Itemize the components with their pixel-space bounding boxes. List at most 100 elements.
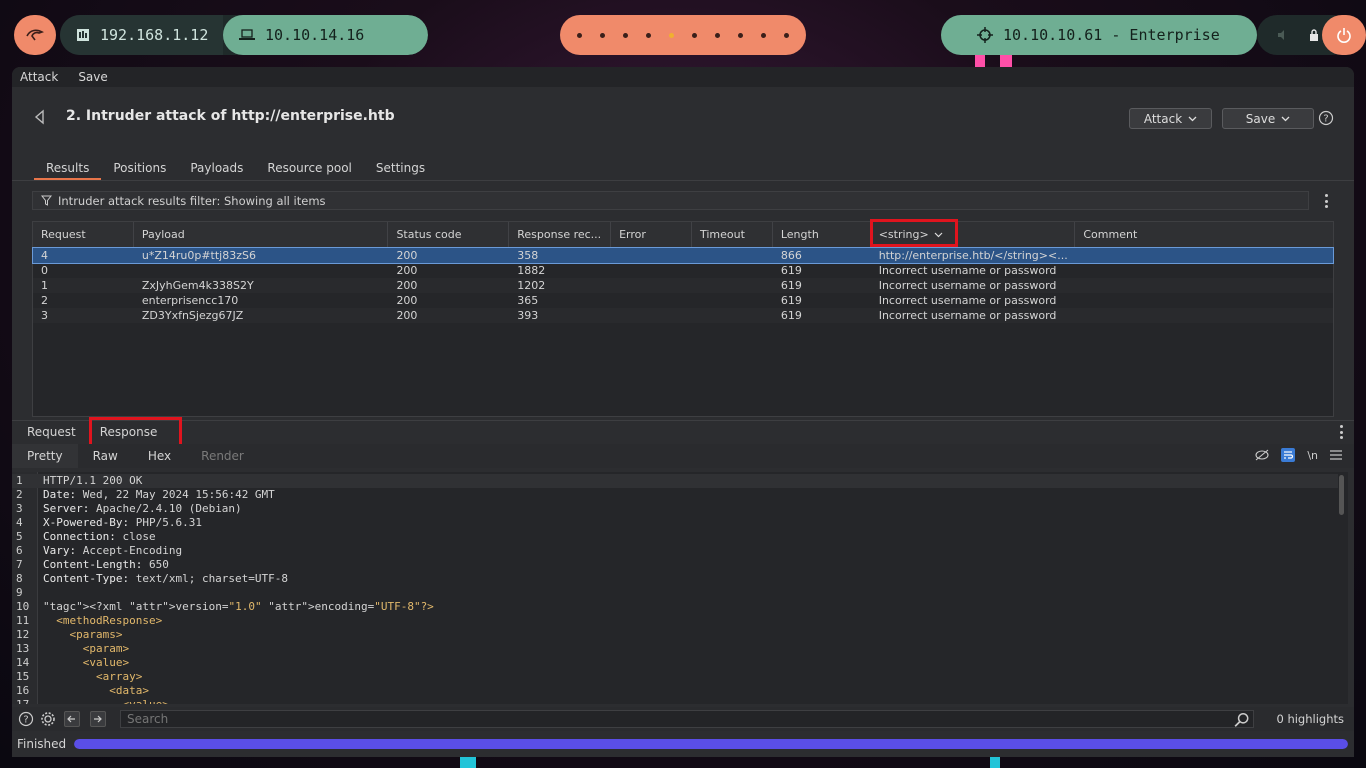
target-indicator: 10.10.10.61 - Enterprise [941,15,1257,55]
workspace-dot[interactable] [623,32,628,38]
cell-response-received: 358 [517,249,539,262]
tab-resource-pool[interactable]: Resource pool [255,159,363,180]
cell-length: 619 [780,294,802,307]
ip-indicator: 192.168.1.12 10.10.14.16 [60,15,428,55]
attack-button[interactable]: Attack [1129,108,1212,129]
lock-icon[interactable] [1309,28,1319,42]
col-timeout[interactable]: Timeout [692,222,773,247]
col-length[interactable]: Length [773,222,871,247]
menu-icon[interactable] [1330,450,1342,460]
cell-response-received: 393 [517,309,539,322]
line-number: 9 [16,586,23,599]
workspace-switcher[interactable] [560,15,806,55]
line-number: 7 [16,558,23,571]
target-text: 10.10.10.61 - Enterprise [1003,26,1220,44]
line-number: 17 [16,698,36,704]
line-number: 11 [16,614,30,627]
code-line: 7 Content-Length: 650 [12,558,1338,572]
table-header: Request Payload Status code Response rec… [33,222,1333,248]
tab-results[interactable]: Results [34,159,102,180]
workspace-dot[interactable] [646,32,651,38]
table-row[interactable]: 3 ZD3YxfnSjezg67JZ 200 393 619 Incorrect user… [33,308,1333,323]
mute-icon[interactable] [1277,29,1289,41]
tab-pretty[interactable]: Pretty [12,444,78,468]
progress-fill [74,739,1348,749]
line-text: <params> [43,628,123,641]
line-number: 10 [16,600,30,613]
newline-toggle[interactable]: \n [1307,449,1318,462]
chevron-down-icon [1188,116,1197,121]
cell-request: 3 [41,309,48,322]
line-number: 2 [16,488,23,501]
col-request[interactable]: Request [33,222,134,247]
wrap-lines-icon[interactable] [1281,448,1296,462]
tab-positions[interactable]: Positions [101,159,178,180]
line-text: Connection: close [43,530,156,543]
line-text: X-Powered-By: PHP/5.6.31 [43,516,202,529]
workspace-dot[interactable] [761,32,766,38]
cell-string: http://enterprise.htb/</string><... [878,249,1068,262]
cell-length: 619 [780,279,802,292]
workspace-dot[interactable] [692,32,697,38]
gear-icon[interactable] [40,711,56,727]
workspace-dot[interactable] [577,32,582,38]
search-bar: ? 0 highlights [12,707,1354,731]
code-line: 17 <value> [12,698,1338,704]
table-row[interactable]: 1 ZxJyhGem4k338S2Y 200 1202 619 Incorrect use… [33,278,1333,293]
workspace-dot[interactable] [784,32,789,38]
col-payload[interactable]: Payload [134,222,389,247]
help-icon[interactable]: ? [18,711,34,727]
line-number: 12 [16,628,30,641]
col-response-received[interactable]: Response rec... [509,222,612,247]
line-number: 13 [16,642,30,655]
code-line: 6 Vary: Accept-Encoding [12,544,1338,558]
tab-settings[interactable]: Settings [364,159,437,180]
tab-payloads[interactable]: Payloads [178,159,255,180]
menu-save[interactable]: Save [78,70,107,84]
table-row[interactable]: 4 u*Z14ru0p#ttj83zS6 200 358 866 http://enter… [32,247,1334,264]
line-text: <data> [43,684,149,697]
power-button[interactable] [1322,15,1366,55]
col-comment[interactable]: Comment [1075,222,1333,247]
results-filter-bar[interactable]: Intruder attack results filter: Showing … [32,191,1309,210]
tab-render: Render [201,449,244,463]
progress-bar [74,739,1348,749]
code-line: 8 Content-Type: text/xml; charset=UTF-8 [12,572,1338,586]
tab-raw[interactable]: Raw [78,444,133,468]
table-row[interactable]: 0 200 1882 619 Incorrect username or passwor… [33,263,1333,278]
tab-hex[interactable]: Hex [133,444,186,468]
workspace-dot[interactable] [600,32,605,38]
code-line: 5 Connection: close [12,530,1338,544]
save-button[interactable]: Save [1222,108,1314,129]
response-editor[interactable]: 1 HTTP/1.1 200 OK 2 Date: Wed, 22 May 2024 … [12,472,1348,704]
line-number: 5 [16,530,23,543]
dragon-icon [26,29,44,41]
table-row[interactable]: 2 enterprisencc170 200 365 619 Incorrect user… [33,293,1333,308]
workspace-dot[interactable] [738,32,743,38]
code-line: 16 <data> [12,684,1338,698]
hide-nonprintable-icon[interactable] [1255,449,1269,461]
next-match-button[interactable] [90,711,106,727]
previous-match-button[interactable] [64,711,80,727]
col-error[interactable]: Error [611,222,692,247]
attack-button-label: Attack [1143,111,1183,126]
back-icon[interactable] [32,109,48,125]
tab-request[interactable]: Request [15,421,88,444]
filter-options-icon[interactable] [1324,194,1328,208]
scrollbar[interactable] [1339,475,1344,515]
chevron-down-icon [1281,116,1290,121]
menu-attack[interactable]: Attack [20,70,58,84]
help-icon[interactable]: ? [1318,110,1334,126]
line-text: <value> [43,656,130,669]
cell-status: 200 [396,264,418,277]
workspace-dot[interactable] [669,32,674,38]
svg-text:?: ? [23,715,28,726]
workspace-dot[interactable] [715,32,720,38]
panel-options-icon[interactable] [1339,425,1343,439]
kali-logo-button[interactable] [14,15,56,55]
line-number: 1 [16,474,23,487]
line-number: 6 [16,544,23,557]
search-input[interactable] [120,710,1254,728]
line-text: Server: Apache/2.4.10 (Debian) [43,502,242,515]
col-status-code[interactable]: Status code [388,222,510,247]
